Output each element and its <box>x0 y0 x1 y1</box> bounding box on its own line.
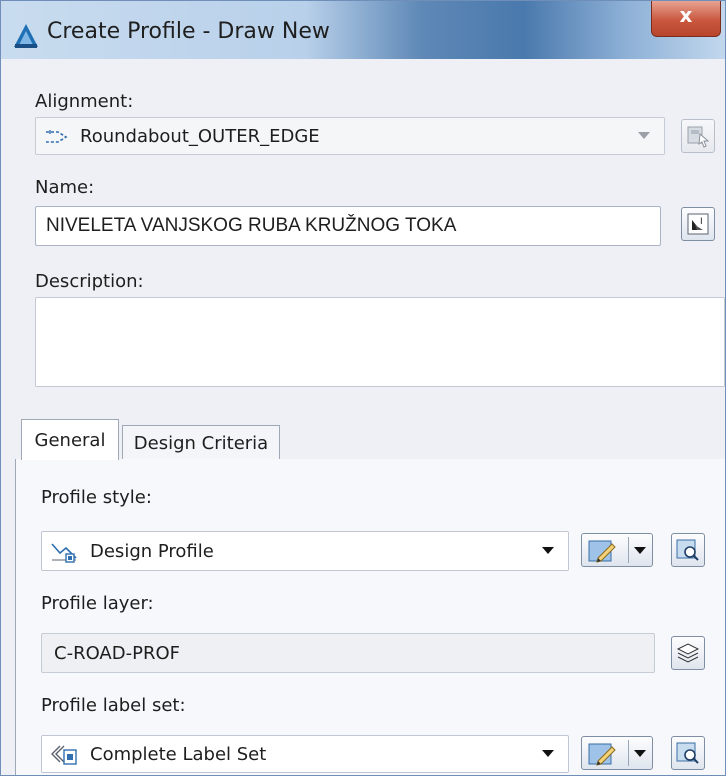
window-title: Create Profile - Draw New <box>47 19 330 44</box>
description-label: Description: <box>35 271 144 292</box>
profile-style-edit-split-button[interactable] <box>581 533 653 567</box>
profile-style-value: Design Profile <box>90 540 214 562</box>
alignment-label: Alignment: <box>35 91 134 112</box>
svg-text:I: I <box>700 217 703 227</box>
profile-style-dropdown-arrow-icon <box>542 547 554 554</box>
profile-label-set-label: Profile label set: <box>41 695 186 716</box>
layers-icon <box>676 643 700 663</box>
profile-label-set-preview-button[interactable] <box>671 736 705 770</box>
tab-general-label: General <box>34 429 106 451</box>
preview-magnifier-icon <box>676 539 699 561</box>
alignment-icon <box>46 130 68 143</box>
alignment-select[interactable]: Roundabout_OUTER_EDGE <box>35 117 665 155</box>
profile-style-label: Profile style: <box>41 487 152 508</box>
close-button[interactable]: x <box>651 1 721 37</box>
profile-layer-label: Profile layer: <box>41 593 154 614</box>
civil3d-app-icon <box>14 24 38 48</box>
profile-label-set-edit-split-button[interactable] <box>581 736 653 770</box>
profile-layer-button[interactable] <box>671 636 705 670</box>
preview-magnifier-icon <box>676 742 699 764</box>
title-bar[interactable]: Create Profile - Draw New x <box>1 1 725 59</box>
profile-label-set-value: Complete Label Set <box>90 743 267 765</box>
edit-style-icon <box>588 540 616 563</box>
edit-label-set-icon <box>588 743 616 766</box>
name-label: Name: <box>35 177 95 198</box>
split-separator <box>628 537 629 563</box>
split-dropdown-arrow-icon <box>634 547 646 554</box>
pick-alignment-button[interactable] <box>681 119 715 153</box>
tab-general[interactable]: General <box>21 419 119 460</box>
profile-label-set-select[interactable]: Complete Label Set <box>41 735 569 773</box>
name-value: NIVELETA VANJSKOG RUBA KRUŽNOG TOKA <box>46 215 457 236</box>
split-separator <box>628 740 629 766</box>
tab-design-criteria-label: Design Criteria <box>133 432 269 454</box>
profile-style-icon <box>51 543 77 563</box>
tab-design-criteria[interactable]: Design Criteria <box>122 425 280 460</box>
profile-style-select[interactable]: Design Profile <box>41 531 569 571</box>
close-icon: x <box>679 3 693 27</box>
profile-layer-value: C-ROAD-PROF <box>54 642 180 664</box>
create-profile-dialog: Create Profile - Draw New x Alignment: R… <box>0 0 726 776</box>
label-set-icon <box>51 745 77 765</box>
alignment-dropdown-arrow-icon <box>638 132 650 139</box>
edit-name-format-icon: I <box>687 213 709 235</box>
alignment-value: Roundabout_OUTER_EDGE <box>80 125 320 147</box>
name-input[interactable]: NIVELETA VANJSKOG RUBA KRUŽNOG TOKA <box>35 206 661 246</box>
profile-label-set-dropdown-arrow-icon <box>542 750 554 757</box>
pick-from-drawing-icon <box>687 126 710 148</box>
profile-layer-field[interactable]: C-ROAD-PROF <box>41 633 655 673</box>
profile-style-preview-button[interactable] <box>671 533 705 567</box>
description-textarea[interactable] <box>35 297 725 387</box>
name-template-button[interactable]: I <box>681 207 715 241</box>
split-dropdown-arrow-icon <box>634 750 646 757</box>
